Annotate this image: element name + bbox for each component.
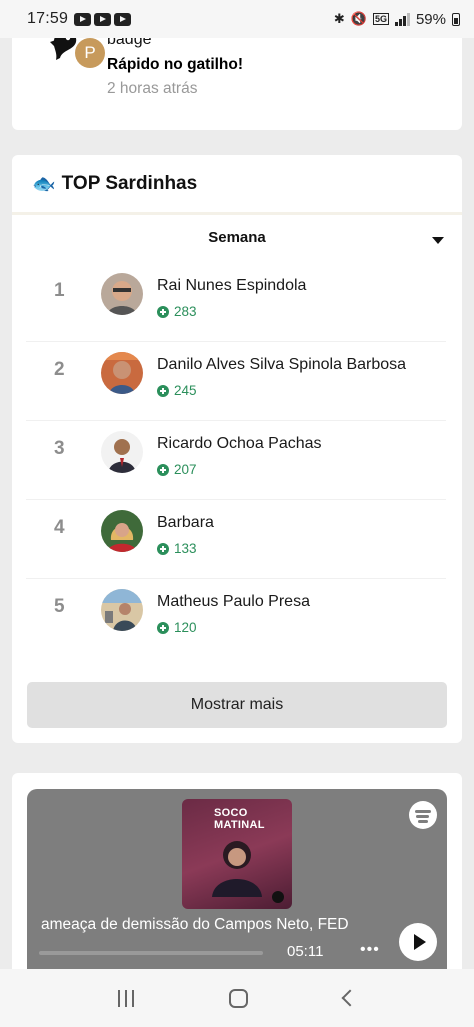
ranking-row[interactable]: 4 Barbara 133 [26, 500, 446, 579]
ranking-row[interactable]: 1 Rai Nunes Espindola 283 [26, 263, 446, 342]
cover-artwork [212, 841, 262, 897]
system-nav-bar [0, 969, 474, 1027]
rank-number: 2 [54, 359, 65, 380]
user-name[interactable]: Danilo Alves Silva Spinola Barbosa [157, 356, 406, 374]
points: 120 [157, 620, 197, 635]
episode-title: ameaça de demissão do Campos Neto, FED [41, 916, 349, 933]
points-value: 207 [174, 462, 197, 477]
rank-number: 1 [54, 280, 65, 301]
battery-percent: 59% [415, 10, 446, 28]
period-dropdown[interactable]: Semana [12, 215, 462, 261]
card-title: TOP Sardinhas [61, 172, 198, 194]
plus-circle-icon [157, 542, 169, 555]
points: 133 [157, 541, 197, 556]
youtube-icon [74, 12, 92, 26]
more-options-icon[interactable]: ••• [360, 941, 380, 959]
play-button[interactable] [399, 923, 437, 961]
recent-apps-icon[interactable] [117, 989, 134, 1007]
youtube-icon [114, 12, 132, 26]
points-value: 245 [174, 383, 197, 398]
badge-name: Rápido no gatilho! [107, 56, 244, 73]
points-value: 133 [174, 541, 197, 556]
points: 245 [157, 383, 197, 398]
rank-number: 3 [54, 438, 65, 459]
user-name[interactable]: Rai Nunes Espindola [157, 277, 306, 295]
episode-duration: 05:11 [287, 943, 324, 960]
bluetooth-icon: ✱ [333, 11, 345, 26]
clock: 17:59 [27, 10, 69, 27]
user-avatar[interactable]: P [75, 38, 105, 68]
spotify-icon[interactable] [409, 801, 437, 829]
signal-icon [394, 12, 410, 26]
card-header: 🐟 TOP Sardinhas [12, 155, 462, 215]
plus-circle-icon [157, 463, 169, 476]
youtube-icon [94, 12, 112, 26]
points: 283 [157, 304, 197, 319]
top-sardinhas-card: 🐟 TOP Sardinhas Semana 1 Rai Nunes Espin… [12, 155, 462, 743]
points-value: 120 [174, 620, 197, 635]
chevron-down-icon [432, 237, 444, 244]
progress-bar[interactable] [39, 951, 263, 955]
avatar[interactable] [101, 510, 143, 552]
user-name[interactable]: Ricardo Ochoa Pachas [157, 435, 322, 453]
fish-icon: 🐟 [32, 173, 56, 195]
rank-number: 4 [54, 517, 65, 538]
spotify-small-icon [272, 891, 284, 903]
battery-icon [452, 12, 460, 26]
ranking-row[interactable]: 2 Danilo Alves Silva Spinola Barbosa 245 [26, 342, 446, 421]
podcast-cover[interactable]: SOCO MATINAL [182, 799, 292, 909]
plus-circle-icon [157, 384, 169, 397]
network-5g-icon: 5G [372, 13, 389, 25]
home-icon[interactable] [229, 988, 249, 1008]
rank-number: 5 [54, 596, 65, 617]
activity-time: 2 horas atrás [107, 80, 198, 97]
period-selected: Semana [208, 229, 266, 246]
ranking-row[interactable]: 5 Matheus Paulo Presa 120 [26, 579, 446, 658]
avatar[interactable] [101, 273, 143, 315]
user-name[interactable]: Matheus Paulo Presa [157, 593, 310, 611]
avatar[interactable] [101, 352, 143, 394]
status-bar: 17:59 ✱ 🔇 5G 59% [0, 0, 474, 38]
avatar[interactable] [101, 431, 143, 473]
plus-circle-icon [157, 621, 169, 634]
plus-circle-icon [157, 305, 169, 318]
mute-icon: 🔇 [350, 11, 367, 26]
status-indicators: ✱ 🔇 5G 59% [334, 11, 460, 28]
points-value: 283 [174, 304, 197, 319]
spotify-player[interactable]: SOCO MATINAL ameaça de demissão do Campo… [27, 789, 447, 979]
show-more-button[interactable]: Mostrar mais [27, 682, 447, 728]
points: 207 [157, 462, 197, 477]
user-name[interactable]: Barbara [157, 514, 214, 532]
notification-icons [74, 12, 132, 26]
back-icon[interactable] [341, 989, 359, 1007]
ranking-row[interactable]: 3 Ricardo Ochoa Pachas 207 [26, 421, 446, 500]
avatar[interactable] [101, 589, 143, 631]
